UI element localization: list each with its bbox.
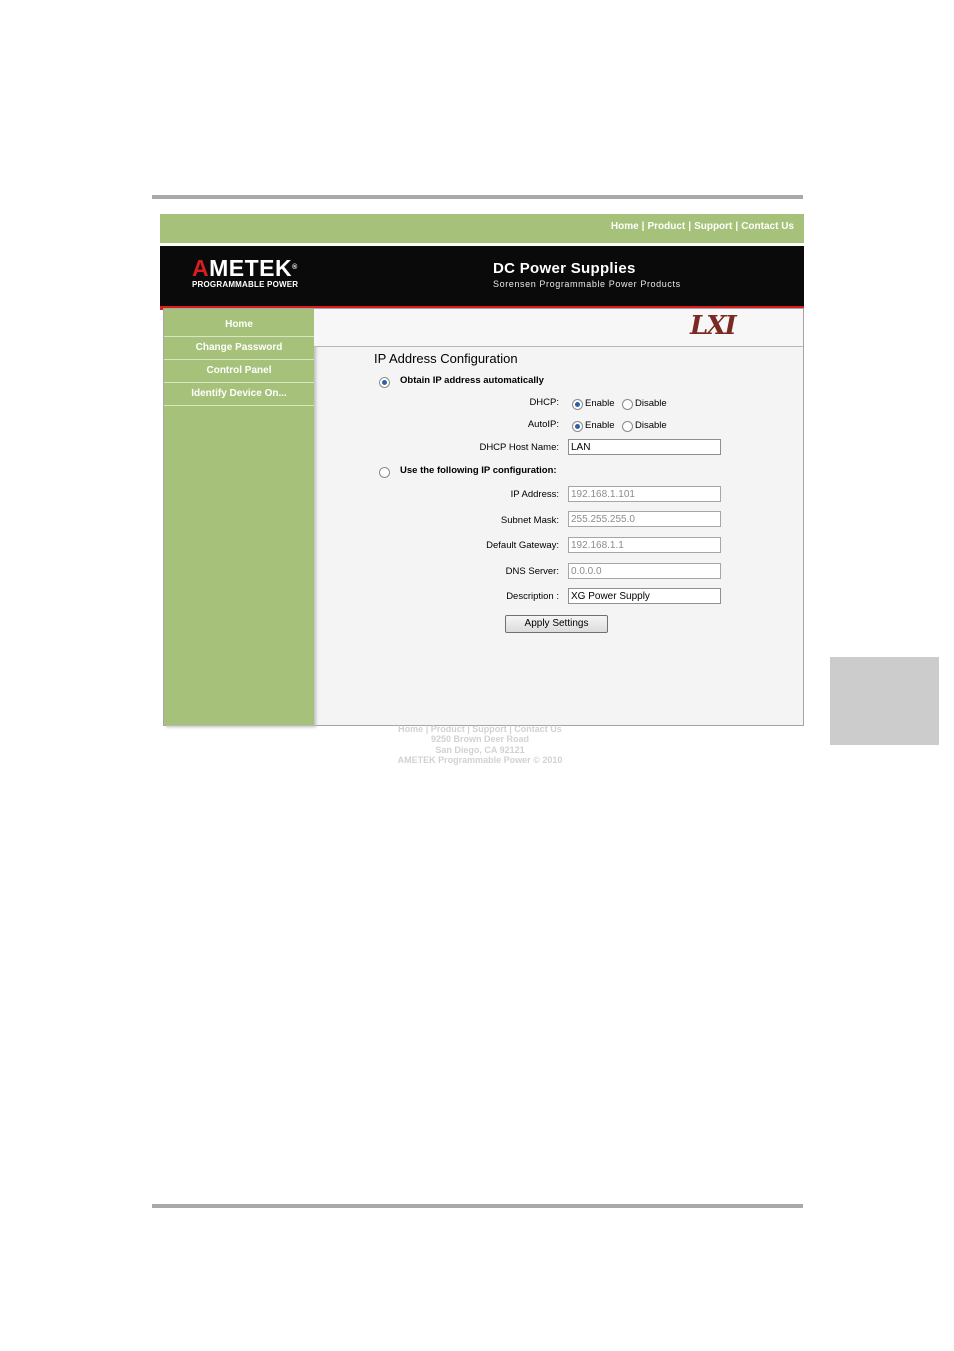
footer-links: Home | Product | Support | Contact Us bbox=[398, 724, 562, 734]
autoip-enable-radio[interactable] bbox=[572, 421, 583, 432]
content-header: LXI bbox=[314, 309, 803, 347]
content-area: LXI IP Address Configuration Obtain IP a… bbox=[314, 309, 803, 725]
logo-wordmark: AMETEK® bbox=[192, 256, 317, 280]
sidebar-item-change-password[interactable]: Change Password bbox=[164, 337, 314, 360]
ip-address-input[interactable]: 192.168.1.101 bbox=[568, 486, 721, 502]
lxi-logo: LXI bbox=[690, 311, 737, 341]
header-banner: AMETEK® PROGRAMMABLE POWER DC Power Supp… bbox=[160, 246, 804, 310]
page-title: IP Address Configuration bbox=[374, 351, 518, 366]
description-input[interactable]: XG Power Supply bbox=[568, 588, 721, 604]
ip-address-label: IP Address: bbox=[510, 489, 559, 500]
dhcp-disable-radio[interactable] bbox=[622, 399, 633, 410]
apply-settings-button[interactable]: Apply Settings bbox=[505, 615, 608, 633]
subnet-mask-label: Subnet Mask: bbox=[500, 515, 559, 526]
page-bottom-rule bbox=[152, 1204, 803, 1208]
dns-server-input[interactable]: 0.0.0.0 bbox=[568, 563, 721, 579]
top-link-home[interactable]: Home bbox=[611, 221, 639, 232]
top-nav-separator: | bbox=[735, 221, 739, 232]
sidebar-item-home[interactable]: Home bbox=[164, 309, 314, 337]
footer-address-line2: San Diego, CA 92121 bbox=[435, 744, 525, 755]
top-bar: Home | Product | Support | Contact Us bbox=[160, 214, 804, 243]
banner-subtitle: Sorensen Programmable Power Products bbox=[493, 279, 681, 289]
top-nav: Home | Product | Support | Contact Us bbox=[611, 221, 794, 232]
main-frame: Home Change Password Control Panel Ident… bbox=[163, 308, 804, 726]
autoip-disable-radio[interactable] bbox=[622, 421, 633, 432]
manual-ip-radio[interactable] bbox=[379, 467, 390, 478]
top-nav-separator: | bbox=[688, 221, 692, 232]
footer-address-line1: 9250 Brown Deer Road bbox=[430, 734, 530, 745]
chapter-tab bbox=[830, 657, 939, 745]
sidebar: Home Change Password Control Panel Ident… bbox=[164, 309, 314, 725]
top-link-product[interactable]: Product bbox=[647, 221, 685, 232]
auto-ip-radio[interactable] bbox=[379, 377, 390, 388]
host-name-label: DHCP Host Name: bbox=[479, 442, 559, 453]
dhcp-disable-label: Disable bbox=[635, 398, 667, 409]
footer-link-support[interactable]: Support bbox=[472, 724, 507, 734]
dhcp-label: DHCP: bbox=[529, 397, 559, 408]
default-gateway-input[interactable]: 192.168.1.1 bbox=[568, 537, 721, 553]
host-name-input[interactable]: LAN bbox=[568, 439, 721, 455]
footer-copyright: AMETEK Programmable Power © 2010 bbox=[397, 755, 563, 766]
top-nav-separator: | bbox=[641, 221, 645, 232]
sidebar-item-control-panel[interactable]: Control Panel bbox=[164, 360, 314, 383]
subnet-mask-input[interactable]: 255.255.255.0 bbox=[568, 511, 721, 527]
default-gateway-label: Default Gateway: bbox=[486, 540, 559, 551]
logo-prefix: A bbox=[192, 255, 210, 281]
logo-rest: METEK bbox=[209, 255, 293, 281]
dns-server-label: DNS Server: bbox=[505, 566, 559, 577]
page-top-rule bbox=[152, 195, 803, 199]
footer-link-contact[interactable]: Contact Us bbox=[514, 724, 562, 734]
autoip-enable-label: Enable bbox=[585, 420, 615, 431]
ametek-logo: AMETEK® PROGRAMMABLE POWER bbox=[192, 256, 317, 289]
top-link-contact[interactable]: Contact Us bbox=[741, 221, 794, 232]
footer-link-home[interactable]: Home bbox=[398, 724, 423, 734]
auto-ip-label: Obtain IP address automatically bbox=[400, 375, 544, 386]
sidebar-item-identify-device[interactable]: Identify Device On... bbox=[164, 383, 314, 406]
dhcp-enable-radio[interactable] bbox=[572, 399, 583, 410]
web-app: Home | Product | Support | Contact Us AMETEK® … bbox=[160, 214, 804, 726]
dhcp-enable-label: Enable bbox=[585, 398, 615, 409]
manual-ip-label: Use the following IP configuration: bbox=[400, 465, 557, 476]
autoip-disable-label: Disable bbox=[635, 420, 667, 431]
footer-link-product[interactable]: Product bbox=[431, 724, 465, 734]
logo-subtitle: PROGRAMMABLE POWER bbox=[192, 280, 299, 289]
banner-title: DC Power Supplies bbox=[493, 260, 636, 277]
top-link-support[interactable]: Support bbox=[694, 221, 732, 232]
autoip-label: AutoIP: bbox=[527, 419, 559, 430]
description-label: Description : bbox=[506, 591, 559, 602]
logo-registered-mark: ® bbox=[292, 264, 298, 271]
footer: Home | Product | Support | Contact Us 92… bbox=[330, 724, 630, 766]
